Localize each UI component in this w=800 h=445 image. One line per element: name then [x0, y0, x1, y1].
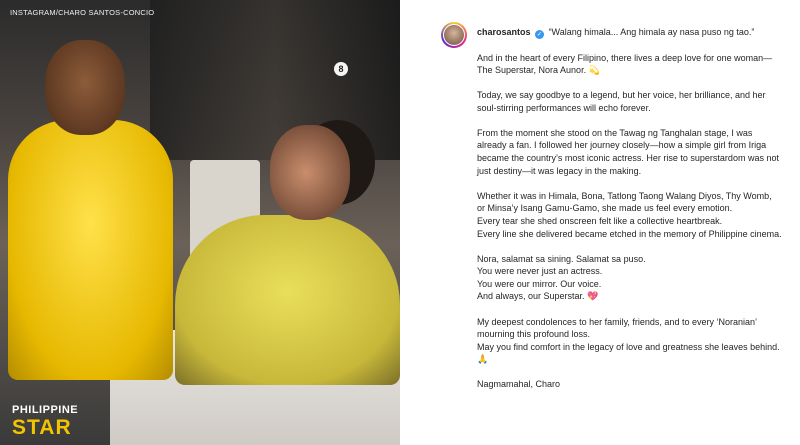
caption-signoff: Nagmamahal, Charo [477, 379, 561, 390]
caption-paragraph: From the moment she stood on the Tawag n… [477, 127, 779, 176]
post-photo: 8 INSTAGRAM/CHARO SANTOS-CONCIO PHILIPPI… [0, 0, 400, 445]
caption-paragraph: Nora, salamat sa sining. Salamat sa puso… [477, 253, 646, 302]
caption-paragraph: And in the heart of every Filipino, ther… [477, 52, 773, 76]
caption-paragraph: Whether it was in Himala, Bona, Tatlong … [477, 190, 782, 239]
caption-first-paragraph: charosantos ✓ “Walang himala... Ang hima… [477, 26, 782, 39]
logo-line-1: PHILIPPINE [12, 404, 79, 416]
woman-seated [175, 215, 400, 385]
woman-standing-face [45, 40, 125, 135]
woman-seated-face [270, 125, 350, 220]
avatar-image [443, 24, 465, 46]
philippine-star-logo: PHILIPPINE STAR [12, 404, 79, 439]
logo-line-2: STAR [12, 416, 72, 439]
photo-credit: INSTAGRAM/CHARO SANTOS-CONCIO [10, 8, 155, 17]
post-caption: charosantos ✓ “Walang himala... Ang hima… [477, 26, 782, 403]
profile-avatar[interactable] [441, 22, 467, 48]
caption-quote: “Walang himala... Ang himala ay nasa pus… [548, 27, 755, 37]
caption-paragraph: My deepest condolences to her family, fr… [477, 316, 780, 365]
caption-paragraph: Today, we say goodbye to a legend, but h… [477, 90, 766, 113]
username-link[interactable]: charosantos [477, 27, 531, 37]
woman-standing-yellow-suit [8, 120, 173, 380]
table-number-sign: 8 [334, 62, 348, 76]
verified-badge-icon: ✓ [535, 30, 545, 39]
